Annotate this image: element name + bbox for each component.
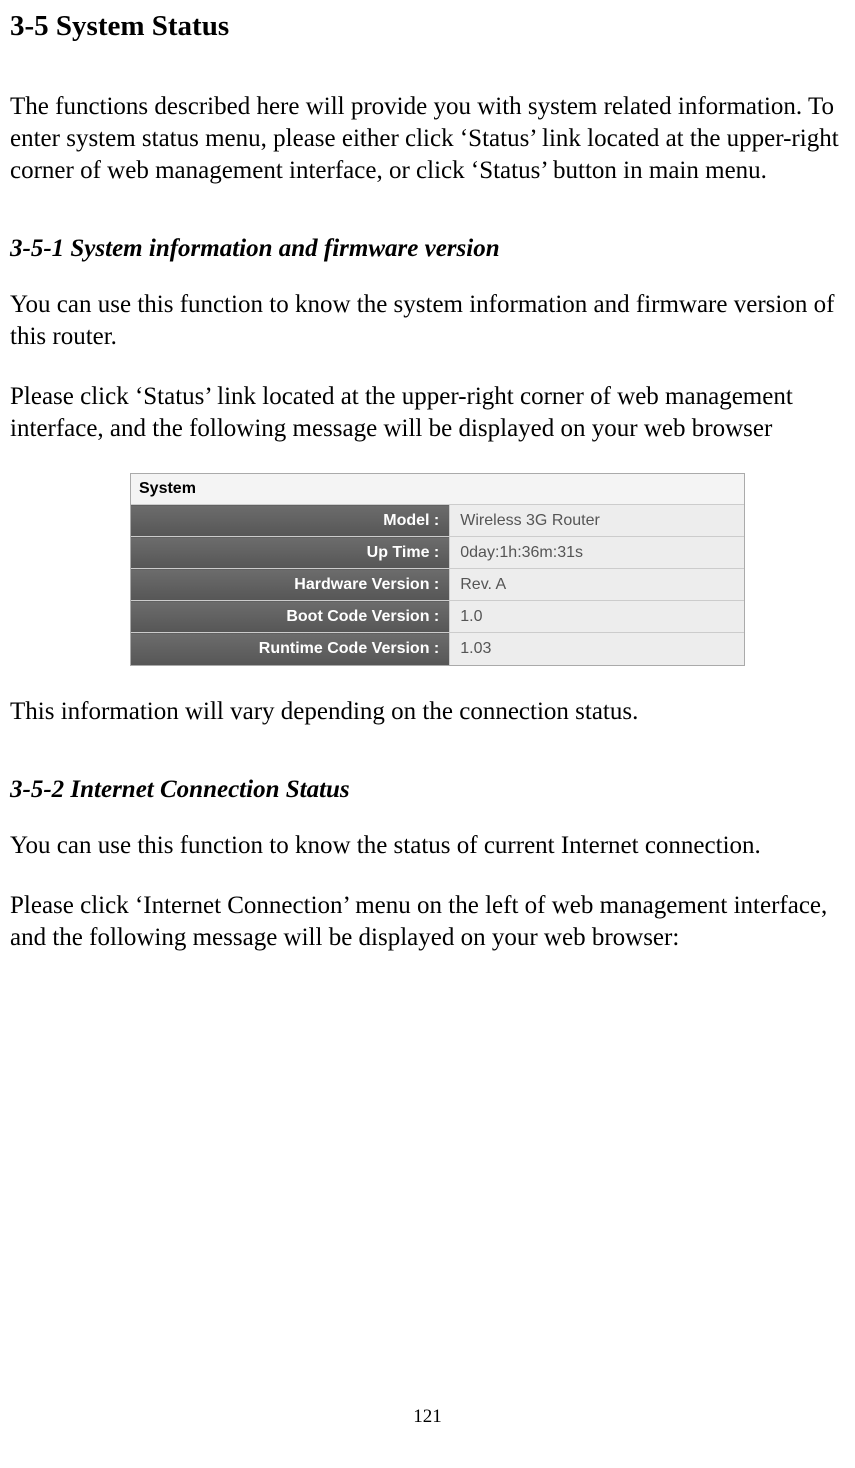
system-panel: System Model : Wireless 3G Router Up Tim… <box>130 473 745 666</box>
status-row-value: 0day:1h:36m:31s <box>450 537 744 569</box>
paragraph-2: Please click ‘Status’ link located at th… <box>10 381 845 445</box>
heading-main: 3-5 System Status <box>10 10 845 43</box>
heading-sub-1: 3-5-1 System information and firmware ve… <box>10 235 845 263</box>
table-row: Hardware Version : Rev. A <box>131 569 744 601</box>
status-row-label: Up Time : <box>131 537 450 569</box>
system-status-screenshot: System Model : Wireless 3G Router Up Tim… <box>130 473 845 666</box>
paragraph-3: This information will vary depending on … <box>10 696 845 728</box>
paragraph-4: You can use this function to know the st… <box>10 830 845 862</box>
paragraph-1: You can use this function to know the sy… <box>10 289 845 353</box>
table-row: Up Time : 0day:1h:36m:31s <box>131 537 744 569</box>
intro-paragraph: The functions described here will provid… <box>10 91 845 187</box>
status-row-value: Wireless 3G Router <box>450 505 744 537</box>
status-row-value: 1.0 <box>450 601 744 633</box>
paragraph-5: Please click ‘Internet Connection’ menu … <box>10 890 845 954</box>
table-row: Boot Code Version : 1.0 <box>131 601 744 633</box>
table-row: Runtime Code Version : 1.03 <box>131 633 744 665</box>
status-row-label: Runtime Code Version : <box>131 633 450 665</box>
system-status-table: Model : Wireless 3G Router Up Time : 0da… <box>131 504 744 665</box>
status-row-label: Hardware Version : <box>131 569 450 601</box>
system-panel-title: System <box>131 474 744 504</box>
status-row-value: 1.03 <box>450 633 744 665</box>
status-row-value: Rev. A <box>450 569 744 601</box>
heading-sub-2: 3-5-2 Internet Connection Status <box>10 776 845 804</box>
page-number: 121 <box>0 1406 855 1428</box>
status-row-label: Boot Code Version : <box>131 601 450 633</box>
status-row-label: Model : <box>131 505 450 537</box>
table-row: Model : Wireless 3G Router <box>131 505 744 537</box>
